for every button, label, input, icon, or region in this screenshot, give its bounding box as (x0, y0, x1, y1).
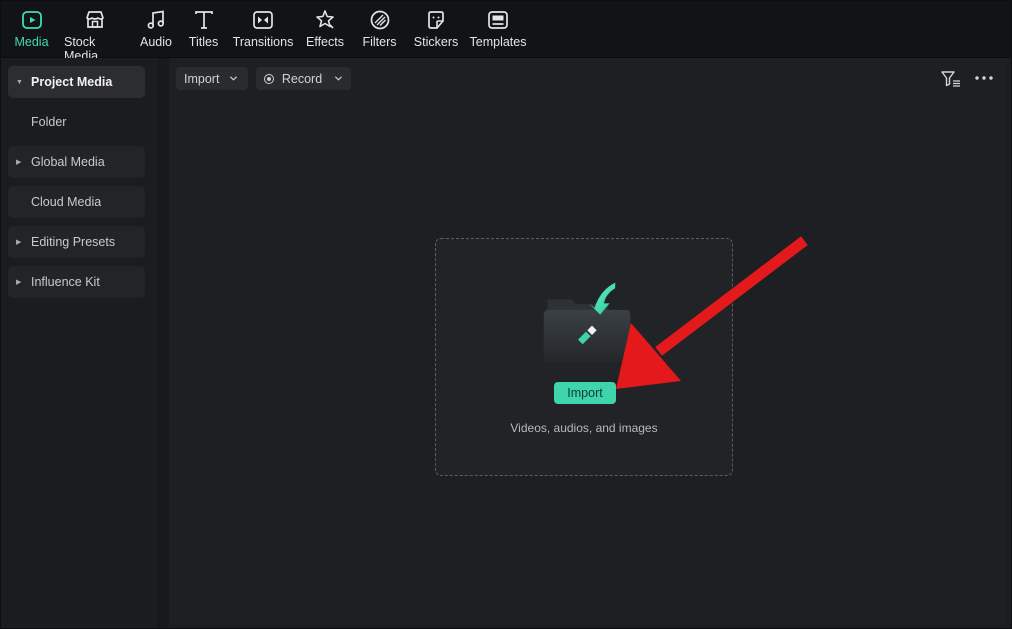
sidebar-item-editing-presets[interactable]: ▶ Editing Presets (8, 226, 145, 258)
music-note-icon (145, 9, 167, 31)
stock-media-icon (84, 9, 106, 31)
sidebar-item-label: Editing Presets (31, 235, 116, 249)
chevron-down-icon (230, 76, 238, 81)
media-sidebar: ▼ Project Media Folder ▶ Global Media Cl… (1, 58, 159, 628)
caret-down-icon: ▼ (16, 78, 23, 86)
tab-label: Effects (306, 35, 344, 49)
tab-label: Stickers (413, 35, 459, 49)
sidebar-item-cloud-media[interactable]: Cloud Media (8, 186, 145, 218)
folder-import-icon (543, 282, 631, 363)
tab-filters[interactable]: Filters (352, 1, 407, 49)
tab-label: Audio (140, 35, 172, 49)
drop-zone-caption: Videos, audios, and images (510, 421, 658, 435)
tab-label: Transitions (232, 35, 294, 49)
sidebar-item-label: Influence Kit (31, 275, 100, 289)
record-dropdown-button[interactable]: Record (256, 67, 351, 90)
import-drop-zone[interactable]: Import Videos, audios, and images (435, 238, 733, 476)
tab-audio[interactable]: Audio (133, 1, 179, 49)
caret-right-icon: ▶ (16, 279, 22, 286)
sidebar-item-label: Global Media (31, 155, 105, 169)
media-icon (21, 9, 43, 31)
stickers-icon (425, 9, 447, 31)
tab-label: Titles (188, 35, 219, 49)
caret-right-icon: ▶ (16, 239, 22, 246)
caret-right-icon: ▶ (16, 159, 22, 166)
tab-label: Filters (362, 35, 397, 49)
record-dropdown-label: Record (281, 71, 323, 86)
top-toolbar: Media Stock Media Audio Titles Transitio… (1, 1, 1011, 63)
filter-icon[interactable] (941, 70, 961, 88)
title-t-icon (193, 9, 215, 31)
sidebar-item-global-media[interactable]: ▶ Global Media (8, 146, 145, 178)
tab-media[interactable]: Media (7, 1, 56, 49)
tab-transitions[interactable]: Transitions (228, 1, 298, 49)
import-dropdown-label: Import (184, 71, 220, 86)
import-button[interactable]: Import (554, 382, 616, 404)
effects-icon (314, 9, 336, 31)
sidebar-item-label: Cloud Media (31, 195, 102, 209)
import-dropdown-button[interactable]: Import (176, 67, 248, 90)
record-icon (264, 73, 274, 84)
filters-icon (369, 9, 391, 31)
tab-label: Media (14, 35, 49, 49)
chevron-down-icon (335, 76, 343, 81)
tab-templates[interactable]: Templates (465, 1, 531, 49)
panel-divider[interactable] (159, 58, 169, 628)
media-library-panel: Import Record Import Videos, audios, and… (169, 58, 1007, 626)
sidebar-item-project-media[interactable]: ▼ Project Media (8, 66, 145, 98)
sidebar-item-influence-kit[interactable]: ▶ Influence Kit (8, 266, 145, 298)
tab-effects[interactable]: Effects (298, 1, 352, 49)
tab-stock-media[interactable]: Stock Media (56, 1, 133, 63)
more-dots-icon[interactable] (974, 75, 994, 81)
sidebar-item-label: Project Media (31, 75, 113, 89)
tab-titles[interactable]: Titles (179, 1, 228, 49)
tab-stickers[interactable]: Stickers (407, 1, 465, 49)
templates-icon (487, 9, 509, 31)
sidebar-item-label: Folder (31, 115, 67, 129)
app-window: Media Stock Media Audio Titles Transitio… (0, 0, 1012, 629)
transitions-icon (252, 9, 274, 31)
sidebar-item-folder[interactable]: Folder (8, 106, 145, 138)
tab-label: Templates (469, 35, 527, 49)
